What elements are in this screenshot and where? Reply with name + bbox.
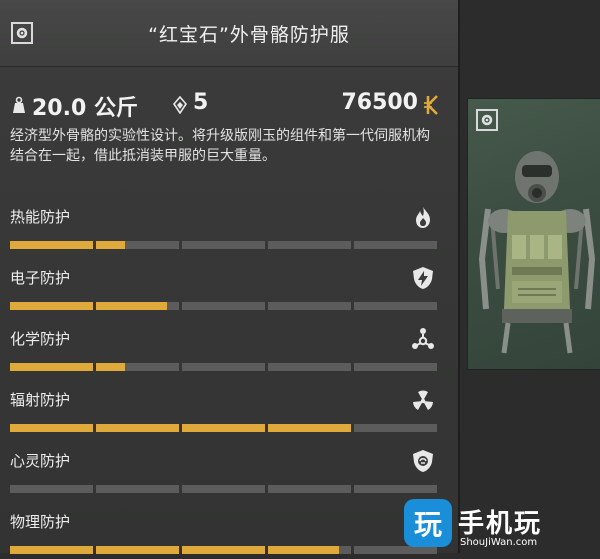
protection-label: 化学防护 [10, 330, 71, 348]
protection-row-radiation: 辐射防护 [10, 379, 438, 437]
protection-bar-fill [10, 302, 93, 310]
protection-bar-segment [354, 302, 437, 310]
protection-bar-segment [10, 485, 93, 493]
protection-bar-segment [182, 485, 265, 493]
protection-bar-segment [354, 485, 437, 493]
protection-bar [10, 241, 437, 249]
protection-bar-segment [10, 363, 93, 371]
protection-bar-segment [96, 485, 179, 493]
protection-row-chemical: 化学防护 [10, 318, 438, 376]
protection-bar [10, 485, 437, 493]
currency-coupon-icon [424, 95, 438, 115]
protection-bar-segment [268, 302, 351, 310]
protection-bar-fill [268, 424, 351, 432]
protection-bar-fill [96, 241, 126, 249]
protection-bar-segment [10, 241, 93, 249]
protection-bar [10, 424, 437, 432]
protection-bar-fill [182, 424, 265, 432]
protection-bar-fill [10, 241, 93, 249]
protection-row-thermal: 热能防护 [10, 196, 438, 254]
site-watermark: 玩 手机玩 ShouJiWan.com [404, 499, 594, 551]
protection-row-physical: 物理防护 [10, 501, 438, 559]
price-value: 76500 [341, 90, 418, 115]
watermark-url: ShouJiWan.com [460, 537, 538, 548]
protection-bar-segment [10, 302, 93, 310]
protection-bar-fill [96, 302, 167, 310]
protection-bar-segment [182, 302, 265, 310]
protection-bar-segment [96, 241, 179, 249]
weight-value: 20.0 公斤 [32, 96, 138, 121]
exoskeleton-suit-image [478, 151, 596, 354]
protection-bar-fill [96, 363, 126, 371]
protection-bar-fill [96, 424, 179, 432]
brain-shield-icon [413, 450, 433, 472]
protection-bar-segment [268, 424, 351, 432]
artifact-slots-value: 5 [193, 90, 209, 115]
watermark-name: 手机玩 [458, 509, 543, 539]
protection-bar-segment [268, 241, 351, 249]
artifact-slot-icon [172, 96, 188, 114]
protection-row-electric: 电子防护 [10, 257, 438, 315]
lightning-shield-icon [413, 267, 433, 289]
protection-bar-segment [10, 424, 93, 432]
item-info-panel: “红宝石”外骨骼防护服 20.0 公斤 5 76500 经济型外骨骼的实验性设计… [0, 0, 460, 554]
protection-label: 辐射防护 [10, 391, 71, 409]
title-bar: “红宝石”外骨骼防护服 [0, 0, 458, 67]
protection-bar-fill [10, 363, 93, 371]
protection-bar-segment [268, 363, 351, 371]
protection-bar-segment [354, 424, 437, 432]
protection-bar-segment [182, 363, 265, 371]
protection-bar-segment [354, 363, 437, 371]
item-stats: 20.0 公斤 5 76500 [10, 88, 444, 122]
protection-bar [10, 302, 437, 310]
protection-label: 物理防护 [10, 513, 71, 531]
protection-label: 心灵防护 [10, 452, 71, 470]
protection-label: 热能防护 [10, 208, 71, 226]
preview-gear-icon[interactable] [476, 109, 498, 131]
protection-bar [10, 363, 437, 371]
protection-label: 电子防护 [10, 269, 71, 287]
protection-bar-segment [96, 363, 179, 371]
protection-bar-segment [354, 241, 437, 249]
item-title: “红宝石”外骨骼防护服 [148, 24, 350, 46]
protection-bar-fill [10, 424, 93, 432]
settings-gear-icon[interactable] [11, 22, 33, 44]
protection-row-psy: 心灵防护 [10, 440, 438, 498]
radiation-icon [413, 390, 433, 410]
item-preview-panel[interactable] [467, 98, 600, 370]
item-description: 经济型外骨骼的实验性设计。将升级版刚玉的组件和第一代伺服机构结合在一起，借此抵消… [10, 128, 430, 164]
flame-icon [416, 207, 430, 228]
chemical-icon [412, 328, 434, 349]
weight-icon [13, 96, 25, 113]
protection-bar-segment [96, 302, 179, 310]
protection-bar-segment [268, 485, 351, 493]
protection-bar-segment [182, 241, 265, 249]
protection-bar-segment [182, 424, 265, 432]
protection-bar-segment [96, 424, 179, 432]
watermark-logo: 玩 [404, 499, 452, 547]
